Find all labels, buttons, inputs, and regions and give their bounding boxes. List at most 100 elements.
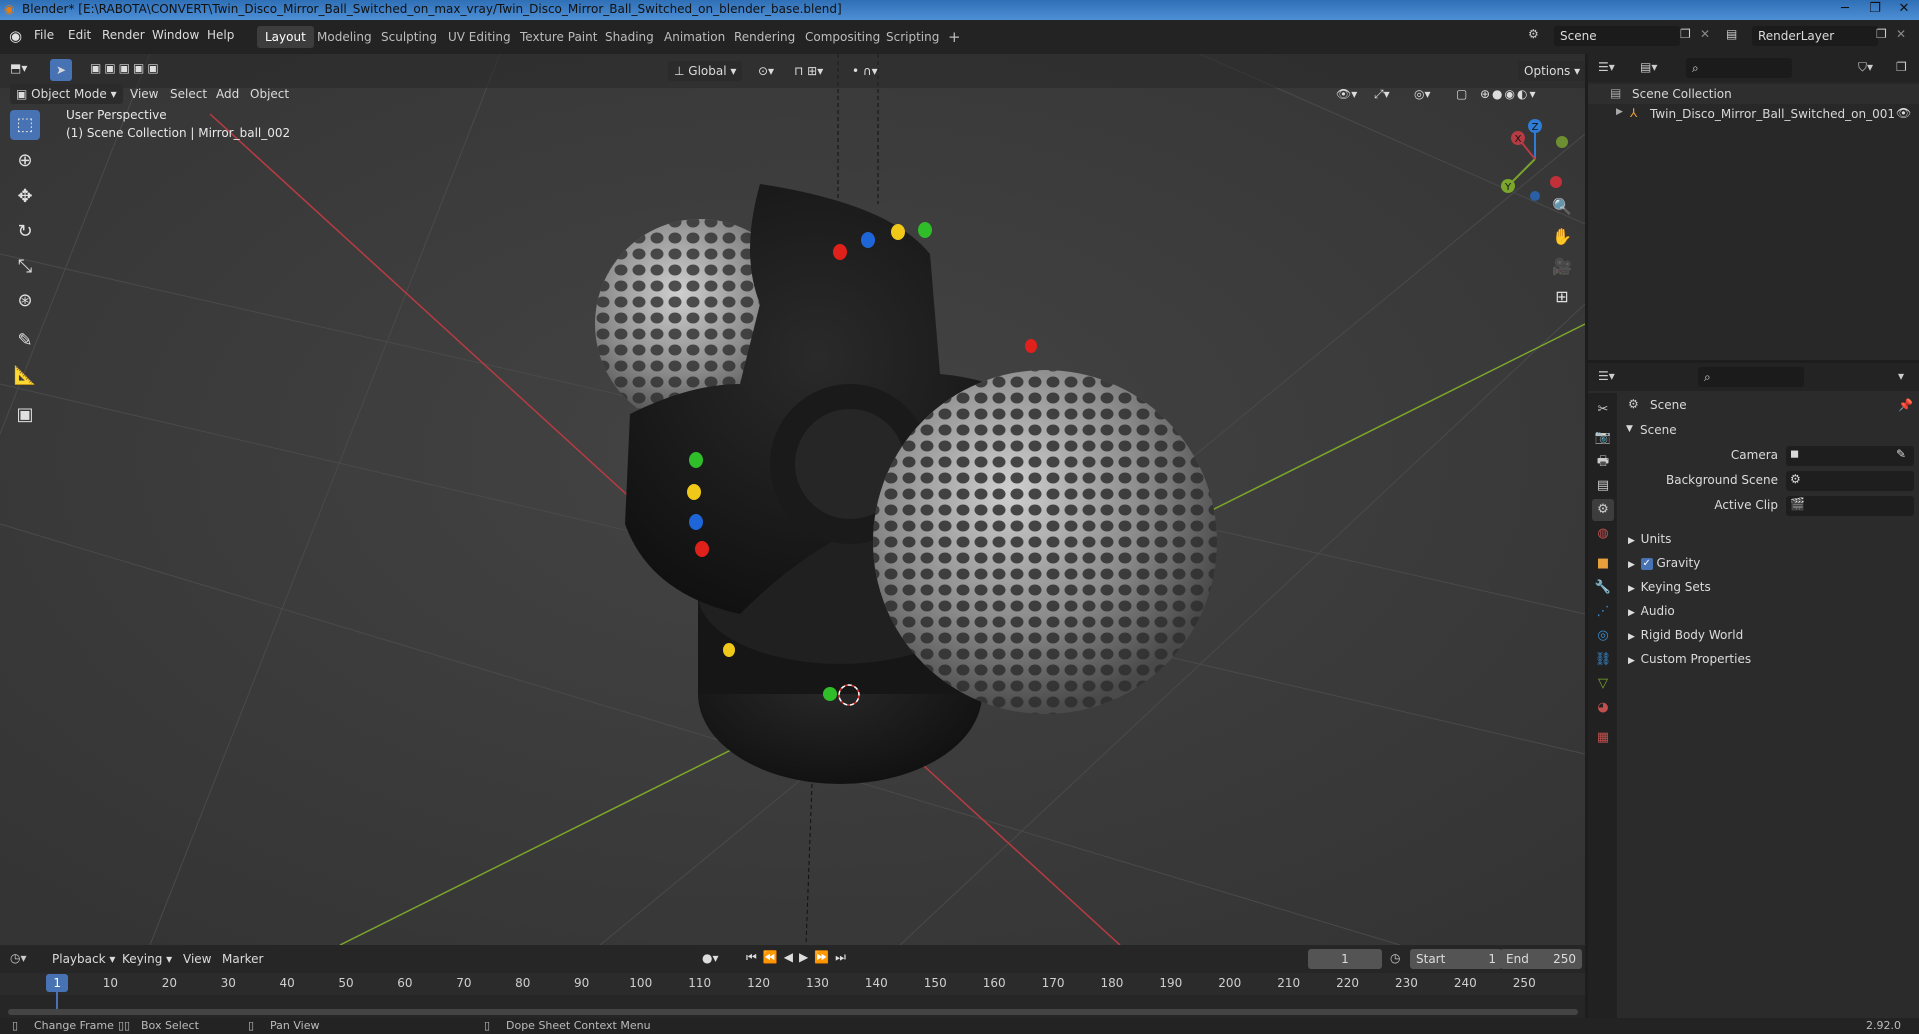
3d-viewport[interactable]: ⬒▾ ➤ ▣▣▣▣▣ ▣ Object Mode ▾ View Select A… (0, 54, 1585, 945)
particles-tab-icon[interactable]: ⋰ (1592, 601, 1614, 623)
visibility-icon[interactable]: 👁▾ (1330, 84, 1363, 104)
renderlayer-icon[interactable]: ▤ (1726, 27, 1737, 41)
material-tab-icon[interactable]: ◕ (1592, 697, 1614, 719)
rigid-body-world-section[interactable]: ▶ Rigid Body World (1628, 625, 1743, 645)
properties-search-input[interactable]: ⌕ (1698, 367, 1804, 387)
menu-help[interactable]: Help (207, 28, 234, 42)
outliner-editor-icon[interactable]: ☰▾ (1598, 60, 1615, 74)
remove-scene-icon[interactable]: ✕ (1700, 27, 1710, 41)
modifier-tab-icon[interactable]: 🔧 (1592, 577, 1614, 599)
annotate-tool[interactable]: ✎ (10, 326, 40, 356)
background-scene-field[interactable]: ⚙ (1786, 471, 1914, 491)
tab-uv-editing[interactable]: UV Editing (440, 26, 519, 48)
add-workspace-icon[interactable]: + (940, 26, 969, 48)
measure-tool[interactable]: 📐 (10, 361, 40, 391)
tool-tab-icon[interactable]: ✂ (1592, 399, 1614, 421)
end-frame-field[interactable]: End 250 (1500, 949, 1582, 969)
tab-layout[interactable]: Layout (257, 26, 314, 48)
remove-renderlayer-icon[interactable]: ✕ (1896, 27, 1906, 41)
selection-mode-icons[interactable]: ▣▣▣▣▣ (90, 61, 162, 75)
rotate-tool[interactable]: ↻ (10, 217, 40, 247)
render-tab-icon[interactable]: 📷 (1592, 427, 1614, 449)
properties-editor-icon[interactable]: ☰▾ (1598, 369, 1615, 383)
close-icon[interactable]: ✕ (1889, 0, 1919, 20)
outliner-row-item[interactable]: ▶ ⅄ Twin_Disco_Mirror_Ball_Switched_on_0… (1588, 104, 1919, 124)
timeline-editor-icon[interactable]: ◷▾ (10, 951, 27, 965)
timeline-menu-keying[interactable]: Keying ▾ (116, 949, 178, 969)
tab-shading[interactable]: Shading (597, 26, 662, 48)
scale-tool[interactable]: ⤡ (10, 252, 40, 282)
tab-rendering[interactable]: Rendering (726, 26, 803, 48)
scene-selector[interactable]: Scene (1554, 26, 1680, 46)
object-tab-icon[interactable]: ■ (1592, 553, 1614, 575)
pan-hand-icon[interactable]: ✋ (1549, 224, 1575, 250)
new-scene-icon[interactable]: ❐ (1680, 27, 1691, 41)
renderlayer-selector[interactable]: RenderLayer (1752, 26, 1878, 46)
pivot-point-icon[interactable]: ⊙▾ (752, 61, 780, 81)
world-tab-icon[interactable]: ◍ (1592, 523, 1614, 545)
blender-menu-icon[interactable]: ◉ (9, 27, 22, 45)
perspective-toggle-icon[interactable]: ⊞ (1549, 284, 1575, 310)
timeline-panel[interactable]: ◷▾ Playback ▾ Keying ▾ View Marker ●▾ ⏮⏪… (0, 945, 1585, 1018)
tab-scripting[interactable]: Scripting (878, 26, 947, 48)
active-clip-field[interactable]: 🎬 (1786, 496, 1914, 516)
menu-render[interactable]: Render (102, 28, 145, 42)
add-cube-tool[interactable]: ▣ (10, 400, 40, 430)
camera-field[interactable]: ◼ ✎ (1786, 446, 1914, 466)
tab-modeling[interactable]: Modeling (309, 26, 380, 48)
proportional-edit-icon[interactable]: • ∩▾ (846, 61, 884, 81)
scene-panel-header[interactable]: ▼ Scene (1624, 419, 1914, 443)
snap-icon[interactable]: ⊓ ⊞▾ (788, 61, 829, 81)
xray-toggle-icon[interactable]: ▢ (1450, 84, 1473, 104)
select-box-tool[interactable]: ⬚ (10, 110, 40, 140)
menu-edit[interactable]: Edit (68, 28, 91, 42)
pin-icon[interactable]: 📌 (1898, 398, 1913, 412)
mode-dropdown[interactable]: ▣ Object Mode ▾ (10, 84, 123, 104)
new-renderlayer-icon[interactable]: ❐ (1876, 27, 1887, 41)
timeline-menu-view[interactable]: View (177, 949, 217, 969)
tab-compositing[interactable]: Compositing (797, 26, 888, 48)
current-frame-field[interactable]: 1 (1308, 949, 1382, 969)
viewport-menu-object[interactable]: Object (244, 84, 295, 104)
scene-icon[interactable]: ⚙ (1528, 27, 1539, 41)
gravity-section[interactable]: ▶ ✓ Gravity (1628, 553, 1700, 573)
mirror-ball-front[interactable] (873, 370, 1217, 714)
start-frame-field[interactable]: Start 1 (1410, 949, 1502, 969)
gravity-checkbox[interactable]: ✓ (1640, 557, 1653, 570)
viewport-menu-view[interactable]: View (124, 84, 164, 104)
output-tab-icon[interactable]: 🖶 (1592, 451, 1614, 473)
expand-arrow-icon[interactable]: ▶ (1616, 107, 1623, 117)
new-collection-icon[interactable]: ❐ (1896, 60, 1907, 74)
gizmo-toggle-icon[interactable]: ⤢▾ (1368, 84, 1396, 104)
editor-type-icon[interactable]: ⬒▾ (10, 61, 27, 75)
custom-properties-section[interactable]: ▶ Custom Properties (1628, 649, 1751, 669)
timeline-scrollbar[interactable] (8, 1009, 1578, 1015)
move-tool[interactable]: ✥ (10, 182, 40, 212)
transform-tool[interactable]: ⊛ (10, 286, 40, 316)
navigation-gizmo[interactable]: Z Y X (1490, 114, 1580, 204)
timeline-menu-playback[interactable]: Playback ▾ (46, 949, 121, 969)
properties-options-icon[interactable]: ▾ (1898, 369, 1904, 383)
physics-tab-icon[interactable]: ◎ (1592, 625, 1614, 647)
tab-sculpting[interactable]: Sculpting (373, 26, 445, 48)
select-tool-icon[interactable]: ➤ (50, 59, 72, 81)
tab-texture-paint[interactable]: Texture Paint (512, 26, 605, 48)
outliner-search-input[interactable]: ⌕ (1686, 58, 1792, 78)
units-section[interactable]: ▶ Units (1628, 529, 1671, 549)
display-mode-icon[interactable]: ▤▾ (1640, 60, 1657, 74)
cursor-tool[interactable]: ⊕ (10, 146, 40, 176)
texture-tab-icon[interactable]: ▦ (1592, 727, 1614, 749)
visibility-eye-icon[interactable]: 👁 (1896, 106, 1911, 120)
maximize-icon[interactable]: ❐ (1860, 0, 1890, 20)
record-icon[interactable]: ●▾ (702, 951, 719, 965)
filter-icon[interactable]: ⛉▾ (1858, 60, 1873, 75)
overlay-toggle-icon[interactable]: ◎▾ (1408, 84, 1437, 104)
preview-range-icon[interactable]: ◷ (1390, 951, 1400, 965)
menu-window[interactable]: Window (152, 28, 199, 42)
timeline-menu-marker[interactable]: Marker (216, 949, 269, 969)
data-tab-icon[interactable]: ▽ (1592, 673, 1614, 695)
eyedropper-icon[interactable]: ✎ (1896, 447, 1906, 461)
zoom-icon[interactable]: 🔍 (1549, 194, 1575, 220)
menu-file[interactable]: File (34, 28, 54, 42)
shading-mode-icons[interactable]: ⊕●◉◐▾ (1474, 84, 1544, 104)
